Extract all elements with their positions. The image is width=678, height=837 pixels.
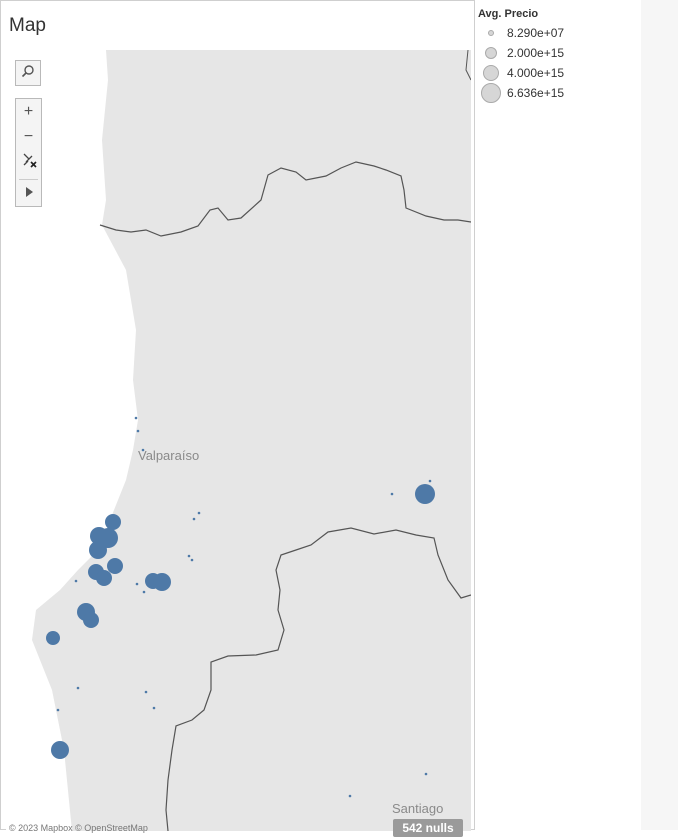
search-icon — [21, 64, 35, 82]
mark — [76, 686, 80, 690]
nulls-indicator[interactable]: 542 nulls — [393, 819, 463, 837]
mark — [105, 514, 121, 530]
mark — [51, 741, 69, 759]
map-canvas[interactable] — [6, 50, 471, 831]
mark — [390, 492, 394, 496]
legend-label: 4.000e+15 — [507, 66, 565, 80]
legend-item: 2.000e+15 — [478, 44, 638, 64]
mark — [107, 558, 123, 574]
mark — [142, 590, 146, 594]
mark — [415, 484, 435, 504]
legend-item: 6.636e+15 — [478, 83, 638, 104]
toolbar-divider — [19, 179, 38, 180]
mark — [135, 582, 139, 586]
zoom-in-button[interactable]: + — [16, 99, 41, 124]
place-label-valparaiso: Valparaíso — [138, 448, 200, 463]
mark — [134, 416, 138, 420]
legend-label: 8.290e+07 — [507, 26, 565, 40]
side-panel — [641, 0, 678, 830]
legend-circle — [485, 47, 497, 59]
unpin-icon — [20, 151, 38, 174]
play-arrow-icon — [24, 185, 34, 203]
mark — [144, 690, 148, 694]
map-toolbar: + − — [15, 98, 42, 207]
mark — [153, 573, 171, 591]
legend-circle — [481, 83, 501, 103]
mark — [197, 511, 201, 515]
unpin-button[interactable] — [16, 150, 41, 175]
legend-item: 8.290e+07 — [478, 24, 638, 44]
mark — [424, 772, 428, 776]
mark — [348, 794, 352, 798]
legend-circle — [488, 30, 494, 36]
legend-item: 4.000e+15 — [478, 64, 638, 84]
sheet-title: Map — [9, 15, 46, 36]
mark — [74, 579, 78, 583]
mark — [56, 708, 60, 712]
mark — [83, 612, 99, 628]
legend-circle — [483, 65, 499, 81]
map-search-button[interactable] — [15, 60, 41, 86]
mark — [190, 558, 194, 562]
mark — [96, 570, 112, 586]
legend-title: Avg. Precio — [478, 8, 539, 20]
mark — [152, 706, 156, 710]
map-attribution[interactable]: © 2023 Mapbox © OpenStreetMap — [9, 823, 148, 833]
expand-toolbar-button[interactable] — [16, 181, 41, 206]
mark — [89, 541, 107, 559]
mark — [187, 554, 191, 558]
zoom-out-button[interactable]: − — [16, 124, 41, 149]
legend-label: 6.636e+15 — [507, 86, 565, 100]
mark — [46, 631, 60, 645]
mark — [428, 479, 432, 483]
size-legend: Avg. Precio 8.290e+07 2.000e+15 4.000e+1… — [478, 8, 638, 104]
map-view[interactable]: Valparaíso Santiago — [6, 50, 471, 831]
place-label-santiago: Santiago — [392, 801, 444, 816]
worksheet: Map Valparaíso Santiago + − 542 nulls © … — [0, 0, 475, 837]
mark — [192, 517, 196, 521]
mark — [136, 429, 140, 433]
legend-label: 2.000e+15 — [507, 46, 565, 60]
